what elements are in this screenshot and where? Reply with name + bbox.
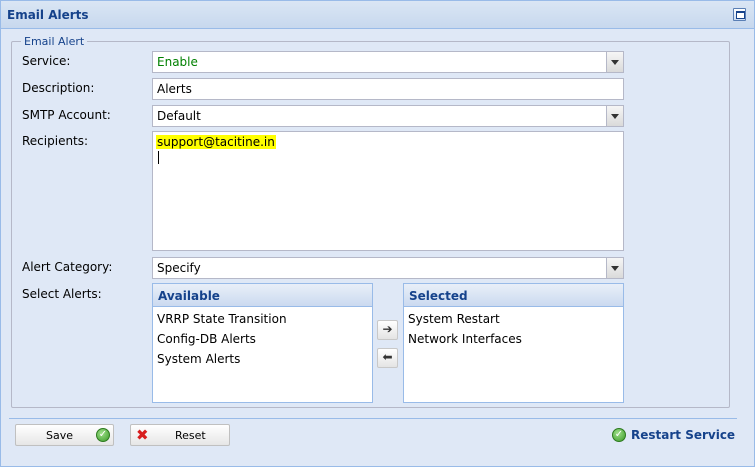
list-item[interactable]: Config-DB Alerts (153, 329, 372, 349)
select-alerts-label: Select Alerts: (22, 287, 102, 301)
description-value: Alerts (157, 82, 192, 96)
smtp-account-select[interactable]: Default (152, 105, 624, 127)
recipients-textarea[interactable]: support@tacitine.in (152, 131, 624, 251)
description-input[interactable]: Alerts (152, 78, 624, 100)
restart-service-label: Restart Service (631, 428, 736, 442)
service-select[interactable]: Enable (152, 51, 624, 73)
list-item[interactable]: System Alerts (153, 349, 372, 369)
arrow-left-icon: ⬅ (382, 350, 393, 364)
recipients-label: Recipients: (22, 134, 89, 148)
check-icon: ✓ (612, 428, 626, 442)
add-selected-button[interactable]: ➔ (377, 320, 398, 340)
alert-category-value: Specify (157, 261, 201, 275)
alert-category-label: Alert Category: (22, 260, 113, 274)
available-header: Available (153, 284, 372, 307)
save-label: Save (46, 429, 74, 442)
selected-header: Selected (404, 284, 623, 307)
remove-selected-button[interactable]: ⬅ (377, 348, 398, 368)
list-item[interactable]: System Restart (404, 309, 623, 329)
alert-category-select[interactable]: Specify (152, 257, 624, 279)
reset-button[interactable]: ✖ Reset (130, 424, 230, 446)
alert-category-dropdown-icon[interactable] (606, 258, 623, 278)
recipients-value: support@tacitine.in (156, 135, 276, 149)
service-value: Enable (157, 55, 198, 69)
check-icon: ✓ (96, 428, 110, 442)
reset-label: Reset (175, 429, 206, 442)
arrow-right-icon: ➔ (382, 322, 393, 336)
save-button[interactable]: Save ✓ (15, 424, 114, 446)
list-item[interactable]: Network Interfaces (404, 329, 623, 349)
available-list[interactable]: Available VRRP State Transition Config-D… (152, 283, 373, 403)
fieldset-legend: Email Alert (21, 35, 88, 48)
footer-divider (9, 418, 737, 419)
smtp-dropdown-icon[interactable] (606, 106, 623, 126)
smtp-account-value: Default (157, 109, 201, 123)
text-caret (158, 151, 159, 164)
panel-header: Email Alerts (1, 1, 754, 29)
collapse-icon[interactable] (733, 8, 746, 21)
description-label: Description: (22, 81, 95, 95)
service-label: Service: (22, 54, 71, 68)
panel-title: Email Alerts (7, 8, 89, 22)
list-item[interactable]: VRRP State Transition (153, 309, 372, 329)
service-dropdown-icon[interactable] (606, 52, 623, 72)
selected-list[interactable]: Selected System Restart Network Interfac… (403, 283, 624, 403)
smtp-account-label: SMTP Account: (22, 108, 111, 122)
close-icon: ✖ (136, 426, 149, 444)
